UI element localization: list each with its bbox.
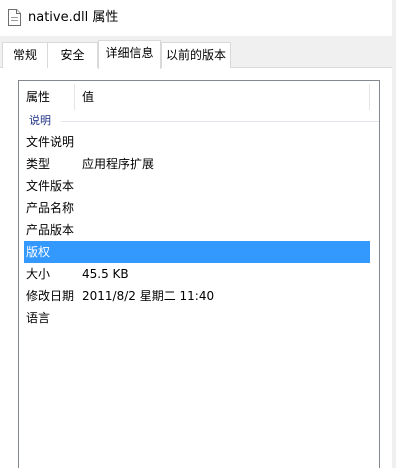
property-value: 2011/8/2 星期二 11:40 xyxy=(82,289,215,303)
property-row-size[interactable]: 大小 45.5 KB xyxy=(24,263,370,285)
details-list[interactable]: 属性 值 说明 文件说明 类型 应用程序扩展 文件版本 产品名称 产品版本 版权… xyxy=(18,80,380,468)
column-header-property[interactable]: 属性 xyxy=(26,89,50,105)
window-title: native.dll 属性 xyxy=(28,10,119,25)
property-name: 大小 xyxy=(26,267,51,281)
property-value: 45.5 KB xyxy=(82,267,129,281)
group-divider xyxy=(61,121,379,122)
property-name: 文件版本 xyxy=(26,179,75,193)
property-row-product-name[interactable]: 产品名称 xyxy=(24,197,370,219)
column-separator[interactable] xyxy=(74,84,75,110)
property-row-file-description[interactable]: 文件说明 xyxy=(24,131,370,153)
tab-security[interactable]: 安全 xyxy=(47,42,98,68)
property-name: 产品版本 xyxy=(26,223,75,237)
property-value: 应用程序扩展 xyxy=(82,157,155,171)
property-name: 修改日期 xyxy=(26,289,75,303)
property-name: 版权 xyxy=(26,245,51,259)
title-bar: native.dll 属性 xyxy=(0,0,396,36)
property-name: 类型 xyxy=(26,157,51,171)
property-row-date-modified[interactable]: 修改日期 2011/8/2 星期二 11:40 xyxy=(24,285,370,307)
window-right-edge xyxy=(392,0,396,468)
property-row-type[interactable]: 类型 应用程序扩展 xyxy=(24,153,370,175)
property-name: 语言 xyxy=(26,311,51,325)
column-separator[interactable] xyxy=(369,84,370,110)
column-header-value[interactable]: 值 xyxy=(82,89,94,105)
property-row-product-version[interactable]: 产品版本 xyxy=(24,219,370,241)
property-row-file-version[interactable]: 文件版本 xyxy=(24,175,370,197)
tab-previous-versions[interactable]: 以前的版本 xyxy=(161,42,231,68)
document-icon xyxy=(8,9,21,26)
property-row-copyright[interactable]: 版权 xyxy=(24,241,370,263)
list-header: 属性 值 xyxy=(19,81,379,111)
property-name: 产品名称 xyxy=(26,201,75,215)
tab-general[interactable]: 常规 xyxy=(2,42,48,68)
tab-details[interactable]: 详细信息 xyxy=(98,40,161,69)
property-name: 文件说明 xyxy=(26,135,75,149)
group-header-description: 说明 xyxy=(29,114,51,127)
property-row-language[interactable]: 语言 xyxy=(24,307,370,329)
